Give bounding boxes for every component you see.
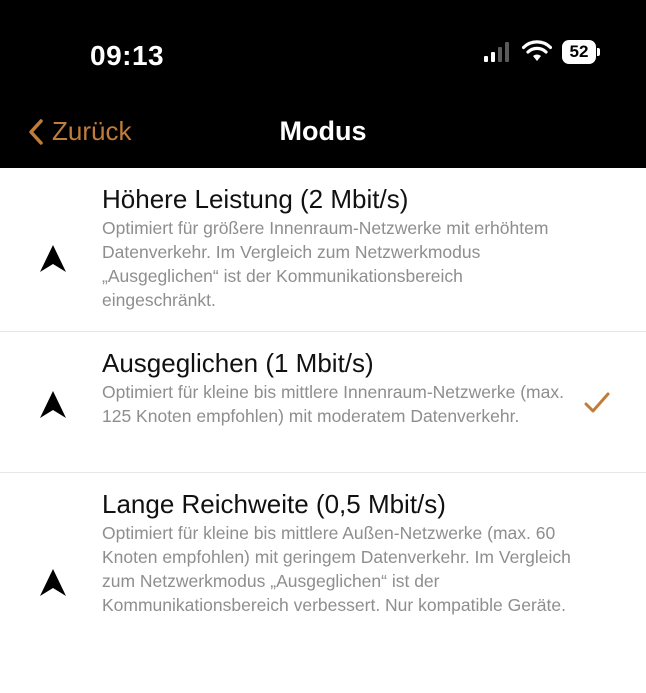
wifi-icon [522,40,552,61]
mode-option-higher-performance[interactable]: Höhere Leistung (2 Mbit/s) Optimiert für… [0,168,646,332]
mode-title: Ausgeglichen (1 Mbit/s) [102,348,374,378]
battery-icon: 52 [562,40,600,64]
mode-option-balanced[interactable]: Ausgeglichen (1 Mbit/s) Optimiert für kl… [0,332,646,473]
checkmark-icon [584,392,610,413]
arrow-up-icon [40,391,66,418]
mode-description: Optimiert für kleine bis mittlere Außen-… [102,523,571,615]
status-icons: 52 [482,40,600,64]
arrow-up-icon [40,569,66,596]
signal-icon [484,42,509,62]
mode-description: Optimiert für größere Innenraum-Netzwerk… [102,218,549,310]
mode-title: Höhere Leistung (2 Mbit/s) [102,184,409,214]
mode-list: Höhere Leistung (2 Mbit/s) Optimiert für… [0,168,646,693]
arrow-up-icon [40,245,66,272]
mode-description: Optimiert für kleine bis mittlere Innenr… [102,382,564,426]
mode-option-long-range[interactable]: Lange Reichweite (0,5 Mbit/s) Optimiert … [0,473,646,693]
status-time: 09:13 [90,40,165,71]
top-bar: 09:13 52 Zurück Modus [0,0,646,168]
page-title: Modus [279,116,367,146]
mode-title: Lange Reichweite (0,5 Mbit/s) [102,489,446,519]
